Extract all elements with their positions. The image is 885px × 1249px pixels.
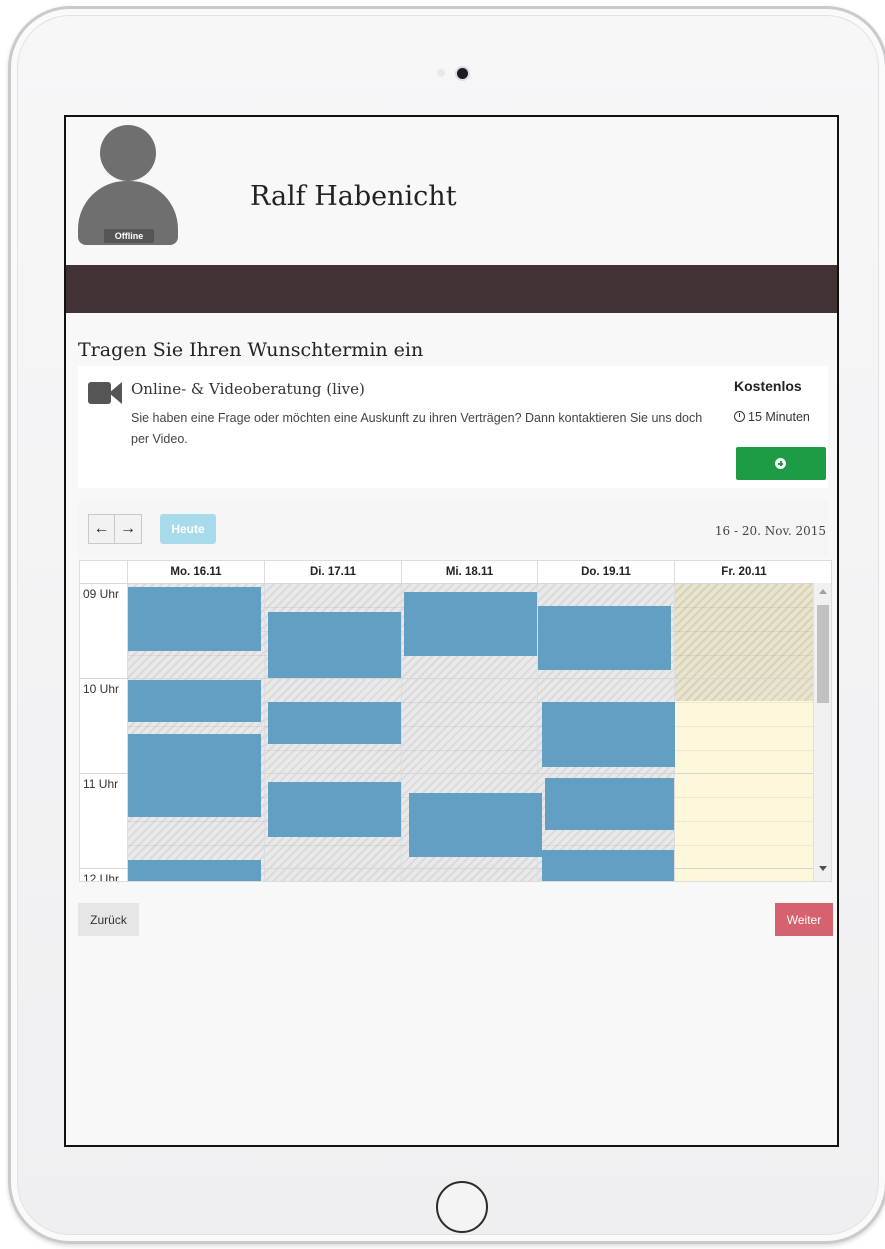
scroll-thumb[interactable] <box>817 605 829 703</box>
hour-label: 12 Uhr <box>83 872 120 882</box>
status-badge: Offline <box>104 229 154 243</box>
hour-line <box>80 583 813 584</box>
calendar-event[interactable] <box>268 612 401 678</box>
user-silhouette-icon <box>100 125 156 181</box>
time-column: 09 Uhr 10 Uhr 11 Uhr 12 Uhr <box>80 583 128 882</box>
calendar-event[interactable] <box>538 606 671 670</box>
sensor-icon <box>437 69 445 77</box>
day-header-mon: Mo. 16.11 <box>127 561 264 583</box>
week-nav: ← → <box>88 514 142 544</box>
back-button[interactable]: Zurück <box>78 903 139 936</box>
home-button[interactable] <box>436 1181 488 1233</box>
date-range: 16 - 20. Nov. 2015 <box>714 524 826 538</box>
app-screen: Offline Ralf Habenicht Tragen Sie Ihren … <box>64 115 839 1147</box>
next-button[interactable]: Weiter <box>775 903 833 936</box>
calendar-event[interactable] <box>404 592 537 656</box>
today-button[interactable]: Heute <box>160 514 216 544</box>
day-header-tue: Di. 17.11 <box>264 561 401 583</box>
hour-label: 09 Uhr <box>83 587 120 601</box>
calendar-event[interactable] <box>542 702 675 767</box>
day-header-wed: Mi. 18.11 <box>401 561 537 583</box>
plus-circle-icon <box>775 458 786 469</box>
service-card: Online- & Videoberatung (live) Sie haben… <box>78 366 828 488</box>
scroll-up-icon[interactable] <box>819 589 827 594</box>
day-header-thu: Do. 19.11 <box>537 561 674 583</box>
calendar-event[interactable] <box>128 734 261 817</box>
calendar-event[interactable] <box>409 793 542 857</box>
calendar-event[interactable] <box>268 702 401 744</box>
calendar-event[interactable] <box>128 860 261 881</box>
add-service-button[interactable] <box>736 447 826 480</box>
service-name: Online- & Videoberatung (live) <box>131 380 365 398</box>
slot-line <box>127 726 813 727</box>
clock-icon <box>734 411 745 422</box>
day-header-fri: Fr. 20.11 <box>674 561 813 583</box>
blocked-time <box>675 583 813 701</box>
calendar-toolbar: ← → Heute 16 - 20. Nov. 2015 <box>78 501 828 557</box>
front-camera-icon <box>457 68 468 79</box>
week-calendar: Mo. 16.11 Di. 17.11 Mi. 18.11 Do. 19.11 … <box>79 560 832 882</box>
service-duration-text: 15 Minuten <box>748 410 810 424</box>
profile-name: Ralf Habenicht <box>250 181 457 212</box>
profile-header: Offline Ralf Habenicht <box>66 117 837 265</box>
calendar-event[interactable] <box>545 778 674 830</box>
hour-label: 10 Uhr <box>83 682 120 696</box>
prev-week-button[interactable]: ← <box>88 514 115 544</box>
calendar-event[interactable] <box>268 782 401 837</box>
calendar-scrollbar[interactable] <box>813 583 831 881</box>
hour-line <box>80 678 813 679</box>
avatar: Offline <box>78 125 178 249</box>
video-camera-icon <box>88 380 124 406</box>
calendar-event[interactable] <box>128 587 261 651</box>
hour-label: 11 Uhr <box>83 777 119 791</box>
calendar-header: Mo. 16.11 Di. 17.11 Mi. 18.11 Do. 19.11 … <box>80 561 831 584</box>
service-description: Sie haben eine Frage oder möchten eine A… <box>131 411 703 446</box>
next-week-button[interactable]: → <box>115 514 142 544</box>
page-title: Tragen Sie Ihren Wunschtermin ein <box>78 339 424 361</box>
calendar-event[interactable] <box>542 850 674 881</box>
calendar-event[interactable] <box>128 680 261 722</box>
service-duration: 15 Minuten <box>734 410 810 424</box>
scroll-down-icon[interactable] <box>819 866 827 871</box>
service-price: Kostenlos <box>734 378 802 394</box>
header-bar <box>66 265 837 313</box>
day-column-fri[interactable] <box>674 583 813 881</box>
